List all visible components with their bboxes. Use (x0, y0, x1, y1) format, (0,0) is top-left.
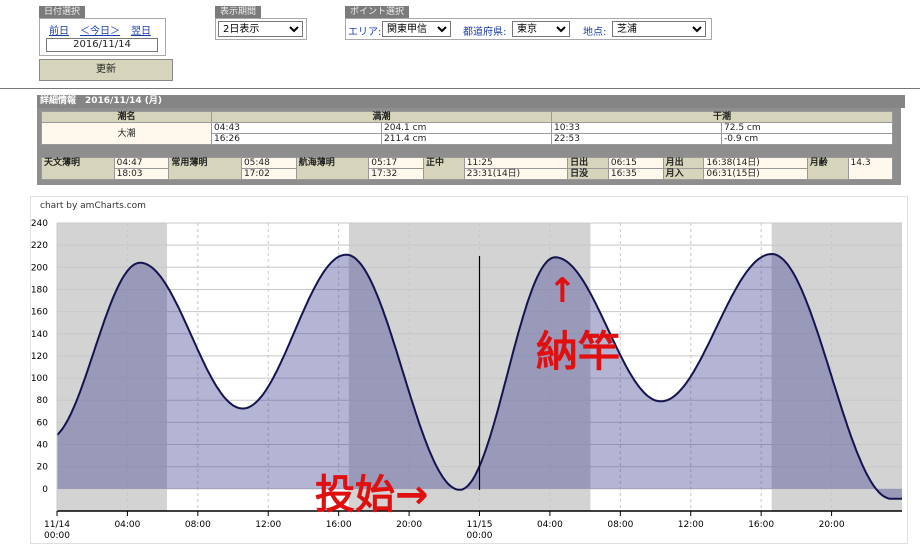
x-tick-label: 11/14 (44, 520, 70, 530)
end-arrow-annotation: ↑ (548, 271, 577, 311)
y-tick-label: 220 (31, 241, 48, 251)
x-tick-label: 08:00 (607, 520, 633, 530)
x-tick-label: 12:00 (255, 520, 281, 530)
y-tick-label: 140 (31, 330, 48, 340)
x-tick-label: 16:00 (748, 520, 774, 530)
y-tick-label: 60 (37, 418, 49, 428)
tide-chart: 02040608010012014016018020022024011/1400… (31, 219, 902, 541)
x-tick-label: 11/15 (467, 520, 493, 530)
x-tick-label: 20:00 (396, 520, 422, 530)
y-tick-label: 240 (31, 219, 48, 229)
y-tick-label: 180 (31, 285, 48, 295)
x-tick-label-2: 00:00 (44, 531, 70, 541)
y-tick-label: 0 (42, 485, 48, 495)
start-annotation: 投始→ (315, 472, 429, 518)
y-tick-label: 80 (37, 396, 49, 406)
x-tick-label-2: 00:00 (467, 531, 493, 541)
x-tick-label: 16:00 (326, 520, 352, 530)
x-tick-label: 04:00 (114, 520, 140, 530)
y-tick-label: 40 (37, 441, 49, 451)
x-tick-label: 12:00 (678, 520, 704, 530)
x-tick-label: 04:00 (537, 520, 563, 530)
x-tick-label: 08:00 (185, 520, 211, 530)
end-annotation: 納竿 (536, 327, 620, 376)
x-tick-label: 20:00 (819, 520, 845, 530)
y-tick-label: 20 (37, 463, 49, 473)
y-tick-label: 200 (31, 263, 48, 273)
y-tick-label: 100 (31, 374, 48, 384)
y-tick-label: 160 (31, 308, 48, 318)
y-tick-label: 120 (31, 352, 48, 362)
